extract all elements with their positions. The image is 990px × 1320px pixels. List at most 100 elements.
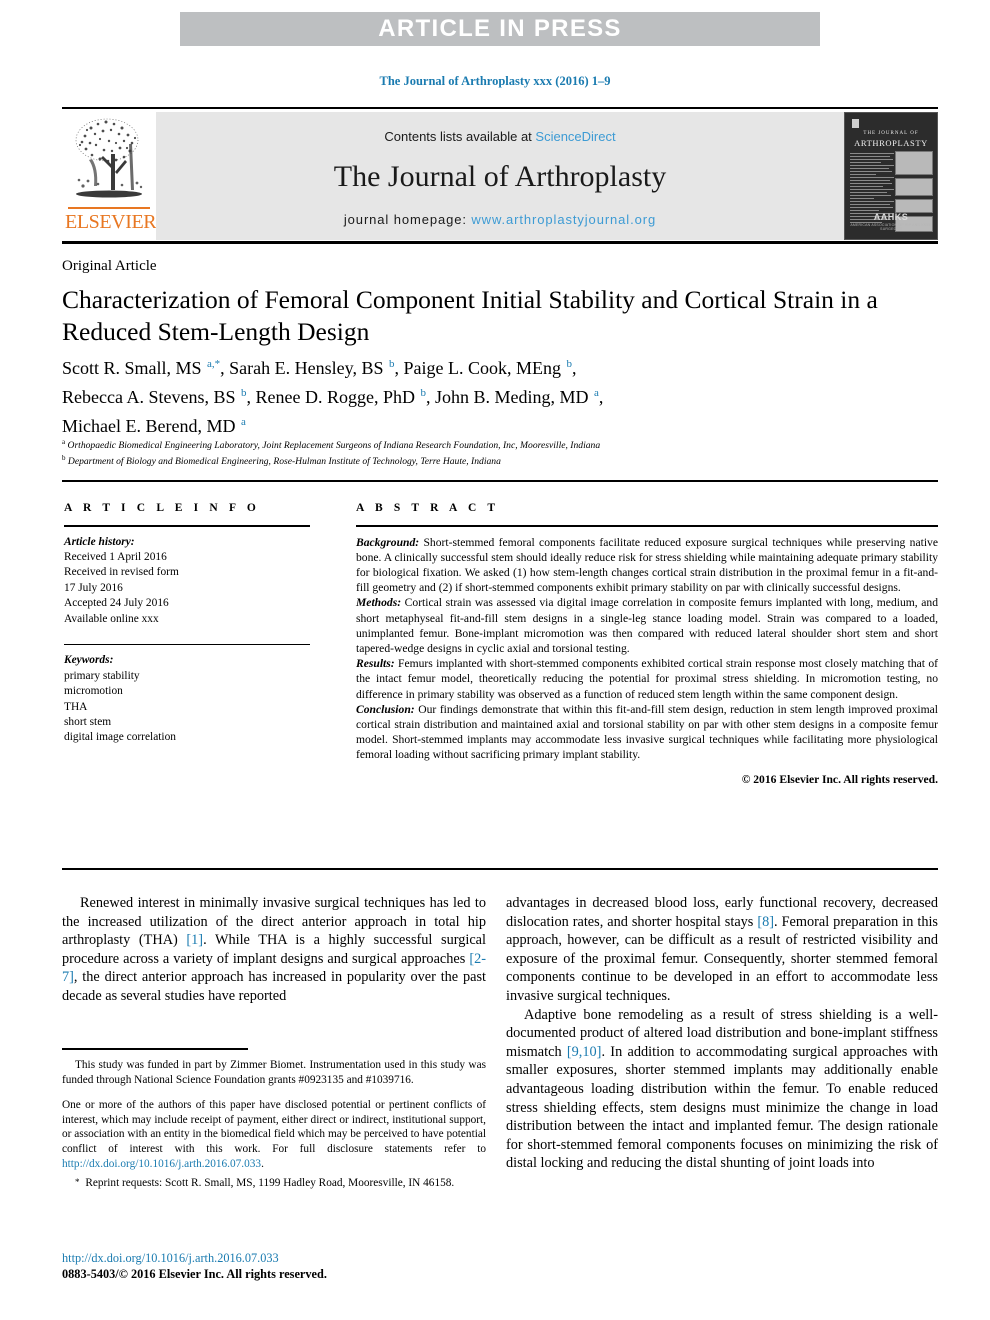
article-history-label: Article history: [64,535,135,548]
journal-homepage-link[interactable]: www.arthroplastyjournal.org [471,212,656,227]
author-list: Scott R. Small, MS a,*, Sarah E. Hensley… [62,358,604,436]
history-item: Received 1 April 2016 [64,550,167,563]
article-history-block: Article history: Received 1 April 2016 R… [64,535,310,627]
elsevier-logo: ELSEVIER [62,112,156,240]
keywords-rule [64,643,310,646]
cover-publisher-icon [852,119,859,128]
affil-a-marker: a [62,438,66,446]
article-info-rule [64,525,310,527]
affil-marker: a,* [207,358,221,370]
affil-marker: b [420,387,426,399]
article-doi-link[interactable]: http://dx.doi.org/10.1016/j.arth.2016.07… [62,1250,486,1266]
affiliation-b: b Department of Biology and Biomedical E… [62,452,922,468]
footnote-reprint: * Reprint requests: Scott R. Small, MS, … [62,1175,486,1191]
masthead-center: Contents lists available at ScienceDirec… [156,112,844,240]
article-in-press-banner: ARTICLE IN PRESS [180,12,820,46]
disclosure-period: . [261,1157,264,1170]
affil-b-marker: b [62,454,66,463]
masthead-rule-top [62,107,938,109]
abstract-rule [356,525,938,527]
cover-title-line1: THE JOURNAL OF [863,131,919,136]
cover-title-line2: ARTHROPLASTY [854,138,928,148]
running-head: The Journal of Arthroplasty xxx (2016) 1… [379,74,611,88]
footnote-separator [62,1048,248,1050]
rp2-part-b: . In addition to accommodating surgical … [506,1043,938,1172]
abstract-background-label: Background: [356,535,420,549]
affil-marker: a [240,416,246,428]
abstract-results-label: Results: [356,657,395,671]
history-item: Received in revised form [64,566,179,579]
abstract-results-text: Femurs implanted with short-stemmed comp… [356,657,938,701]
affil-marker: a [593,387,599,399]
intro-paragraph-left: Renewed interest in minimally invasive s… [62,894,486,1006]
keyword-item: short stem [64,716,112,729]
homepage-prefix: journal homepage: [343,212,472,227]
keyword-item: primary stability [64,669,140,682]
elsevier-underline [68,207,150,209]
history-item: 17 July 2016 [64,581,123,594]
keywords-label: Keywords: [64,654,114,667]
keyword-item: micromotion [64,685,123,698]
body-paragraph: Renewed interest in minimally invasive s… [62,894,486,1006]
article-in-press-label: ARTICLE IN PRESS [378,15,622,42]
sciencedirect-link[interactable]: ScienceDirect [535,129,615,144]
affil-marker: b [240,387,247,399]
abstract-body: Background: Short-stemmed femoral compon… [356,535,938,763]
citation-ref[interactable]: [1] [186,932,203,948]
contents-prefix: Contents lists available at [384,129,536,144]
cover-society-logo: AAHKS AMERICAN ASSOCIATION OF HIP AND KN… [845,212,937,231]
article-type-label: Original Article [62,258,157,274]
body-paragraph: advantages in decreased blood loss, earl… [506,894,938,1006]
journal-cover-thumbnail: THE JOURNAL OF ARTHROPLASTY AAHKS AMERIC… [844,112,938,240]
doi-footer: http://dx.doi.org/10.1016/j.arth.2016.07… [62,1250,486,1282]
citation-ref[interactable]: [8] [757,914,774,930]
affil-marker: b [566,358,572,370]
disclosure-text: One or more of the authors of this paper… [62,1099,486,1155]
cover-society-name: AAHKS [873,212,909,222]
affiliation-a-text: Orthopaedic Biomedical Engineering Labor… [67,440,601,452]
abstract-heading: A B S T R A C T [356,502,500,514]
footnotes-block: This study was funded in part by Zimmer … [62,1058,486,1202]
reprint-star-marker: * [75,1177,80,1188]
article-info-column: A R T I C L E I N F O Article history: R… [64,502,310,746]
body-paragraph: Adaptive bone remodeling as a result of … [506,1006,938,1173]
disclosure-doi-link[interactable]: http://dx.doi.org/10.1016/j.arth.2016.07… [62,1158,261,1170]
journal-homepage-line: journal homepage: www.arthroplastyjourna… [344,212,656,227]
abstract-methods-text: Cortical strain was assessed via digital… [356,596,938,655]
abstract-bottom-rule [62,868,938,870]
abstract-results: Results: Femurs implanted with short-ste… [356,656,938,702]
abstract-conclusion-text: Our findings demonstrate that within thi… [356,702,938,762]
abstract-background-text: Short-stemmed femoral components facilit… [356,535,938,595]
affiliations: a Orthopaedic Biomedical Engineering Lab… [62,436,922,468]
keyword-item: digital image correlation [64,731,176,744]
abstract-methods-label: Methods: [356,596,402,610]
keywords-block: Keywords: primary stability micromotion … [64,653,310,745]
abstract-background: Background: Short-stemmed femoral compon… [356,535,938,596]
article-header-rule [62,480,938,482]
history-item: Available online xxx [64,612,159,625]
abstract-conclusion: Conclusion: Our findings demonstrate tha… [356,702,938,763]
elsevier-wordmark: ELSEVIER [65,211,156,233]
abstract-methods: Methods: Cortical strain was assessed vi… [356,595,938,656]
keyword-item: THA [64,700,88,713]
footnote-funding: This study was funded in part by Zimmer … [62,1059,486,1086]
citation-ref[interactable]: [9,10] [567,1044,602,1060]
affiliation-b-text: Department of Biology and Biomedical Eng… [67,456,501,468]
issn-copyright: 0883-5403/© 2016 Elsevier Inc. All right… [62,1267,327,1281]
journal-masthead: ELSEVIER Contents lists available at Sci… [62,112,938,240]
elsevier-tree-icon [75,118,143,198]
history-item: Accepted 24 July 2016 [64,597,169,610]
reprint-text: Reprint requests: Scott R. Small, MS, 11… [82,1177,455,1190]
body-column-right: advantages in decreased blood loss, earl… [506,894,938,1173]
page-title: Characterization of Femoral Component In… [62,285,878,346]
masthead-rule-bottom [62,241,938,244]
article-info-heading: A R T I C L E I N F O [64,502,260,514]
p1-part-c: , the direct anterior approach has incre… [62,969,486,1004]
abstract-column: A B S T R A C T Background: Short-stemme… [356,502,938,786]
footnote-disclosure: One or more of the authors of this paper… [62,1098,486,1171]
intro-paragraphs-right: advantages in decreased blood loss, earl… [506,894,938,1173]
abstract-copyright: © 2016 Elsevier Inc. All rights reserved… [741,772,938,786]
contents-list-line: Contents lists available at ScienceDirec… [384,129,615,144]
affil-marker: b [388,358,395,370]
